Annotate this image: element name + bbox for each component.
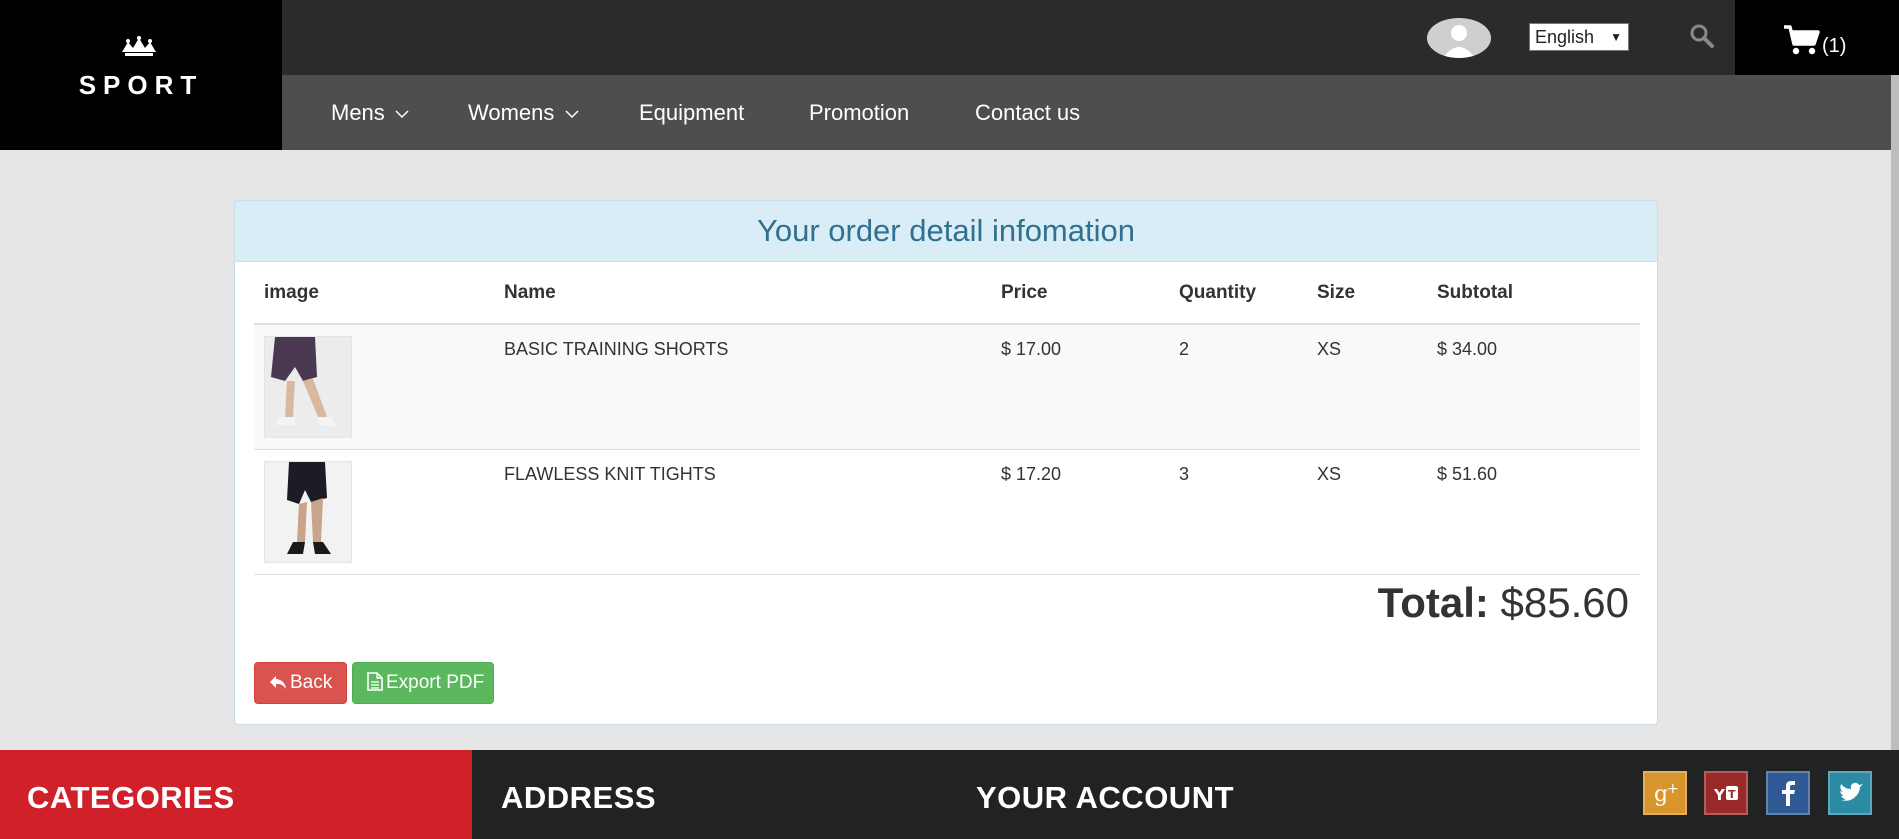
svg-text:g: g <box>1654 782 1668 807</box>
product-photo-shorts <box>265 337 351 437</box>
search-icon[interactable] <box>1689 23 1715 49</box>
nav-label: Womens <box>468 100 555 125</box>
col-name: Name <box>504 282 556 303</box>
table-row: BASIC TRAINING SHORTS $ 17.00 2 XS $ 34.… <box>254 325 1640 450</box>
cell-subtotal: $ 51.60 <box>1437 464 1498 484</box>
nav-label: Mens <box>331 100 385 125</box>
svg-text:Y: Y <box>1713 786 1726 804</box>
cart-icon <box>1784 25 1820 55</box>
cell-price: $ 17.20 <box>1001 464 1062 484</box>
panel-heading: Your order detail infomation <box>235 201 1657 262</box>
youtube-icon: Y T <box>1713 786 1738 804</box>
footer-categories-title: CATEGORIES <box>27 780 235 815</box>
table-row: FLAWLESS KNIT TIGHTS $ 17.20 3 XS $ 51.6… <box>254 450 1640 575</box>
facebook-button[interactable] <box>1766 771 1810 815</box>
brand-name: SPORT <box>78 70 204 100</box>
back-button[interactable]: Back <box>254 662 347 704</box>
file-text-icon <box>367 672 383 691</box>
product-photo-tights <box>265 462 351 562</box>
main-nav: Mens Womens Equipment Promotion Contact … <box>282 75 1899 150</box>
export-label: Export PDF <box>386 672 485 693</box>
user-avatar-icon <box>1427 18 1491 58</box>
nav-item-contact[interactable]: Contact us <box>975 75 1080 150</box>
col-size: Size <box>1317 282 1356 303</box>
twitter-button[interactable] <box>1828 771 1872 815</box>
user-avatar[interactable] <box>1427 18 1491 58</box>
nav-label: Promotion <box>809 100 910 125</box>
cell-size: XS <box>1317 339 1342 359</box>
cart-button[interactable]: (1) <box>1735 0 1899 75</box>
cell-subtotal: $ 34.00 <box>1437 339 1498 359</box>
nav-label: Contact us <box>975 100 1081 125</box>
reply-icon <box>270 676 286 689</box>
cell-quantity: 2 <box>1179 339 1190 359</box>
cell-name: FLAWLESS KNIT TIGHTS <box>504 464 716 484</box>
cell-name: BASIC TRAINING SHORTS <box>504 339 729 359</box>
facebook-icon <box>1782 781 1795 806</box>
language-value: English <box>1535 27 1595 47</box>
brand-logo[interactable]: SPORT <box>0 0 282 150</box>
footer-categories-block: CATEGORIES <box>0 750 472 839</box>
svg-text:+: + <box>1667 781 1679 797</box>
top-bar <box>282 0 1899 75</box>
dropdown-arrow-icon: ▼ <box>1610 30 1622 44</box>
nav-item-equipment[interactable]: Equipment <box>639 75 744 150</box>
twitter-icon <box>1839 782 1863 801</box>
cell-quantity: 3 <box>1179 464 1190 484</box>
nav-item-promotion[interactable]: Promotion <box>809 75 909 150</box>
google-plus-icon: g + <box>1654 781 1679 807</box>
chevron-down-icon <box>395 110 409 119</box>
col-image: image <box>264 282 319 303</box>
total-label: Total: <box>1377 579 1489 626</box>
footer-account-title: YOUR ACCOUNT <box>976 780 1235 815</box>
product-image[interactable] <box>264 336 352 438</box>
product-image[interactable] <box>264 461 352 563</box>
nav-label: Equipment <box>639 100 745 125</box>
col-quantity: Quantity <box>1179 282 1257 303</box>
nav-item-mens[interactable]: Mens <box>331 75 409 150</box>
chevron-down-icon <box>565 110 579 119</box>
order-table: image Name Price Quantity Size Subtotal … <box>254 263 1640 575</box>
footer: CATEGORIES ADDRESS YOUR ACCOUNT g + Y T <box>0 750 1899 839</box>
cell-price: $ 17.00 <box>1001 339 1062 359</box>
language-select[interactable]: English ▼ <box>1529 23 1629 51</box>
cart-count: (1) <box>1822 35 1847 57</box>
cell-size: XS <box>1317 464 1342 484</box>
order-detail-panel: Your order detail infomation image Name … <box>234 200 1658 725</box>
svg-text:T: T <box>1728 788 1736 801</box>
scrollbar[interactable] <box>1891 75 1899 839</box>
export-pdf-button[interactable]: Export PDF <box>352 662 494 704</box>
crown-icon <box>122 36 156 56</box>
col-price: Price <box>1001 282 1048 303</box>
nav-item-womens[interactable]: Womens <box>468 75 579 150</box>
back-label: Back <box>290 672 333 693</box>
youtube-button[interactable]: Y T <box>1704 771 1748 815</box>
footer-address-title: ADDRESS <box>501 780 657 815</box>
total-value: $85.60 <box>1500 579 1629 626</box>
table-header: image Name Price Quantity Size Subtotal <box>254 263 1640 325</box>
order-total: Total: $85.60 <box>1378 579 1629 627</box>
google-plus-button[interactable]: g + <box>1643 771 1687 815</box>
col-subtotal: Subtotal <box>1437 282 1513 303</box>
